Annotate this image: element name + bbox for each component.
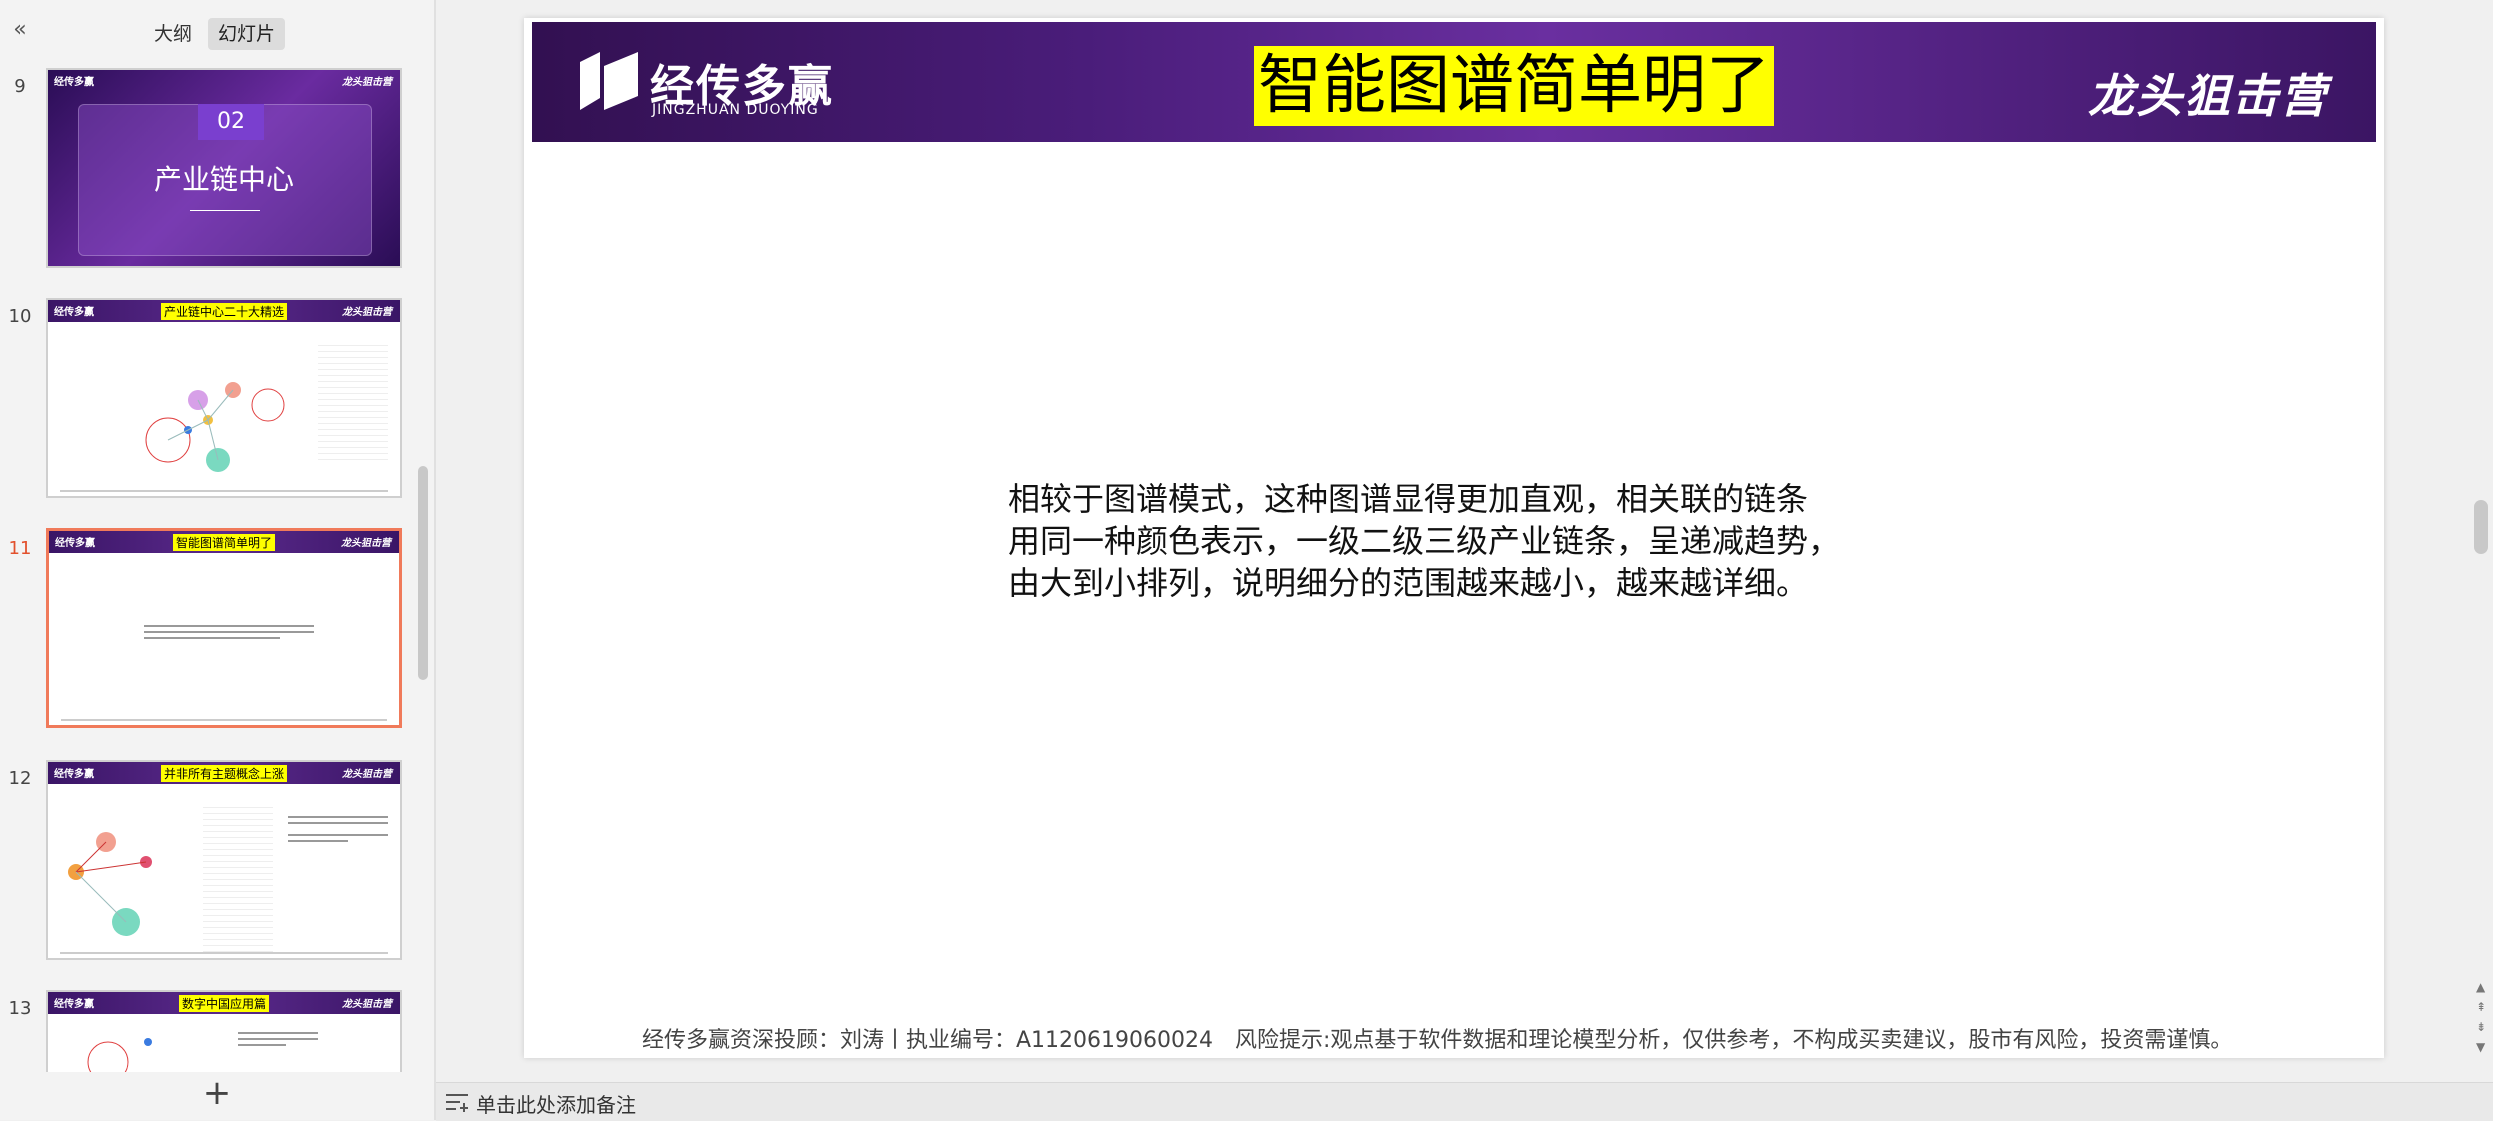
scroll-up-icon[interactable]: ▲ — [2476, 980, 2485, 994]
section-number: 02 — [198, 104, 264, 140]
thumb-title: 产业链中心二十大精选 — [160, 303, 288, 320]
thumb-logo: 经传多赢 — [54, 999, 94, 1010]
thumb-logo: 经传多赢 — [54, 77, 94, 88]
slide-thumbnail-12[interactable]: 经传多赢 并非所有主题概念上涨 龙头狙击营 — [46, 760, 402, 960]
logo-icon — [580, 52, 638, 110]
body-line: 相较于图谱模式，这种图谱显得更加直观，相关联的链条 — [1008, 480, 1809, 518]
thumb-brand: 龙头狙击营 — [342, 307, 392, 318]
thumb-brand: 龙头狙击营 — [342, 77, 392, 88]
slide-number: 12 — [8, 768, 32, 789]
thumb-title: 智能图谱简单明了 — [172, 534, 276, 551]
section-title: 产业链中心 — [153, 163, 294, 196]
thumb-brand: 龙头狙击营 — [341, 538, 391, 549]
thumb-brand: 龙头狙击营 — [342, 999, 392, 1010]
add-slide-icon[interactable]: + — [200, 1076, 234, 1110]
slide-number: 10 — [8, 306, 32, 327]
collapse-panel-icon[interactable]: « — [8, 18, 32, 42]
prev-page-icon[interactable]: ⇞ — [2476, 1000, 2486, 1014]
thumb-body-text — [238, 1028, 318, 1050]
notes-placeholder[interactable]: 单击此处添加备注 — [476, 1089, 636, 1118]
brand-logo: 龙头狙击营 — [2088, 69, 2328, 123]
graph-illustration — [68, 832, 152, 936]
notes-icon — [446, 1094, 468, 1112]
thumb-footer — [60, 952, 388, 954]
logo-subtext: JINGZHUAN DUOYING — [652, 102, 819, 118]
notes-bar[interactable]: 单击此处添加备注 — [436, 1082, 2493, 1121]
body-line: 用同一种颜色表示，一级二级三级产业链条，呈递减趋势， — [1008, 522, 1841, 560]
graph-illustration — [145, 382, 285, 472]
graph-illustration — [87, 1038, 152, 1072]
thumb-title: 数字中国应用篇 — [178, 995, 270, 1012]
next-page-icon[interactable]: ⇟ — [2476, 1020, 2486, 1034]
slide-thumbnail-9[interactable]: 经传多赢 龙头狙击营 02 产业链中心 — [46, 68, 402, 268]
body-line: 由大到小排列，说明细分的范围越来越小，越来越详细。 — [1008, 564, 1809, 602]
scroll-down-icon[interactable]: ▼ — [2476, 1040, 2485, 1054]
slide-number: 13 — [8, 998, 32, 1019]
thumb-brand: 龙头狙击营 — [342, 769, 392, 780]
slide-body-text[interactable]: 相较于图谱模式，这种图谱显得更加直观，相关联的链条 用同一种颜色表示，一级二级三… — [1008, 478, 1968, 604]
slide-thumbnail-13[interactable]: 经传多赢 数字中国应用篇 龙头狙击营 — [46, 990, 402, 1072]
slide-footer[interactable]: 经传多赢资深投顾：刘涛丨执业编号：A1120619060024 风险提示:观点基… — [642, 1022, 2232, 1054]
slide-number: 11 — [8, 538, 32, 559]
thumb-title: 并非所有主题概念上涨 — [160, 765, 288, 782]
thumb-body-text — [288, 812, 388, 846]
slide-thumbnail-11[interactable]: 经传多赢 智能图谱简单明了 龙头狙击营 — [46, 528, 402, 728]
thumb-logo: 经传多赢 — [54, 769, 94, 780]
divider — [190, 210, 260, 211]
thumbnail-scrollbar[interactable] — [418, 466, 428, 680]
tab-outline[interactable]: 大纲 — [144, 18, 202, 50]
slide-title[interactable]: 智能图谱简单明了 — [1254, 46, 1774, 126]
tab-slides[interactable]: 幻灯片 — [208, 18, 286, 50]
thumb-logo: 经传多赢 — [54, 307, 94, 318]
data-table — [203, 802, 273, 952]
slide-canvas[interactable]: 经传多赢 JINGZHUAN DUOYING 智能图谱简单明了 龙头狙击营 相较… — [524, 18, 2384, 1058]
thumb-footer — [61, 719, 387, 721]
thumb-logo: 经传多赢 — [55, 538, 95, 549]
thumb-body-text — [144, 621, 314, 643]
thumb-footer — [60, 490, 388, 492]
slide-thumbnail-10[interactable]: 经传多赢 产业链中心二十大精选 龙头狙击营 — [46, 298, 402, 498]
main-scrollbar[interactable] — [2474, 500, 2488, 554]
slide-panel: « 大纲 幻灯片 9 经传多赢 龙头狙击营 02 产业链中心 10 经传多赢 产… — [0, 0, 436, 1120]
slide-number: 9 — [14, 76, 26, 97]
data-table — [318, 340, 388, 460]
slide-banner: 经传多赢 JINGZHUAN DUOYING 智能图谱简单明了 龙头狙击营 — [532, 22, 2376, 142]
